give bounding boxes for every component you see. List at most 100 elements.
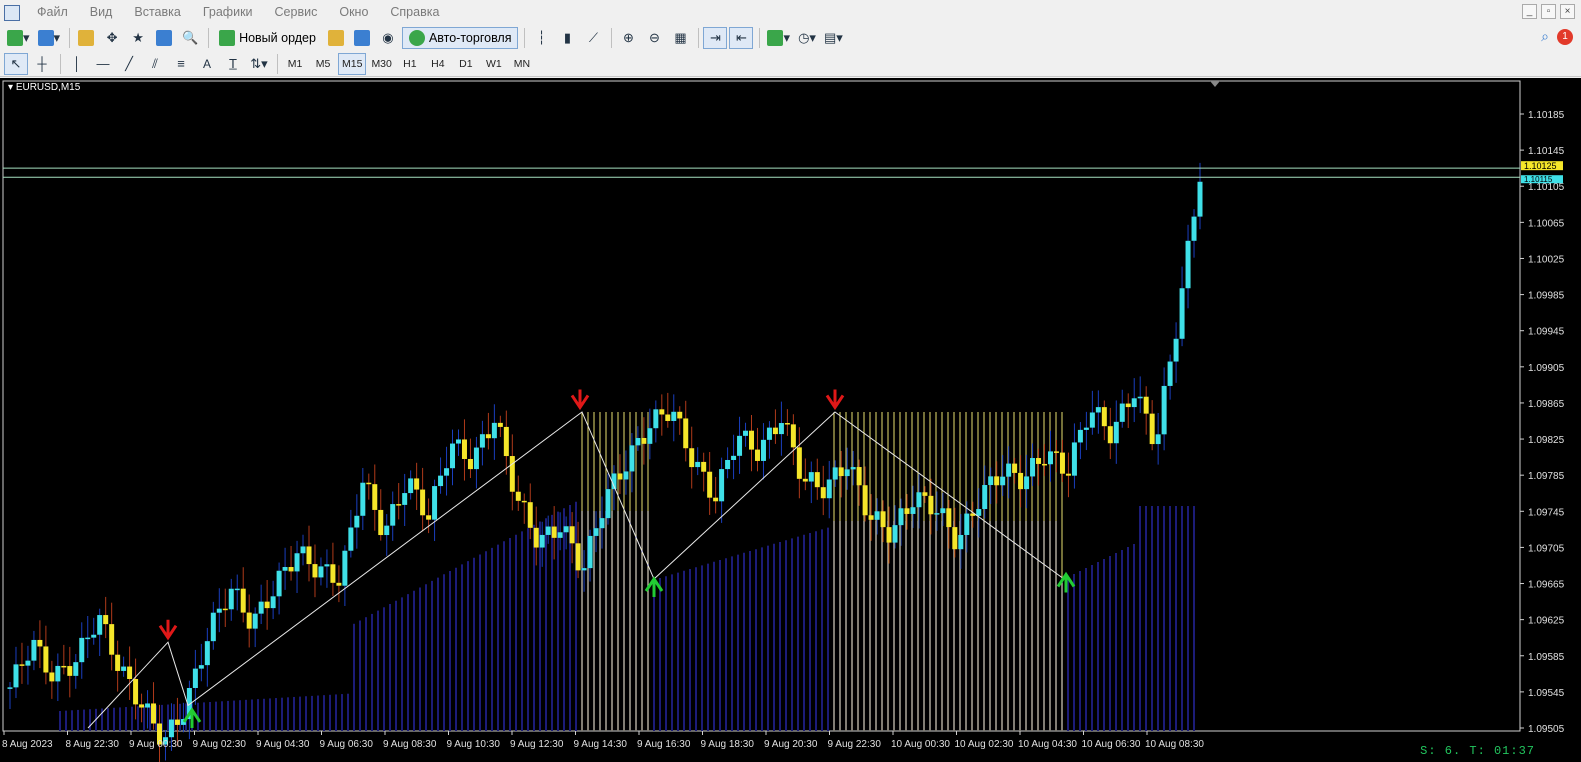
new-chart-icon[interactable]: ▾ — [4, 27, 33, 49]
candle-body — [1179, 288, 1185, 339]
navigator-icon[interactable]: ★ — [126, 27, 150, 49]
candle-body — [719, 469, 725, 502]
price-axis-label: 1.09945 — [1528, 327, 1565, 338]
chart-window[interactable]: 1.10185 1.10145 1.10105 1.10065 1.10025 1.099… — [0, 78, 1581, 762]
zoom-out-icon[interactable]: ⊖ — [642, 27, 666, 49]
candle-body — [426, 515, 432, 520]
candle-body — [862, 485, 868, 516]
timeframe-m1[interactable]: M1 — [282, 53, 308, 75]
line-chart-icon[interactable]: ⟋ — [581, 27, 605, 49]
tile-windows-icon[interactable]: ▦ — [668, 27, 692, 49]
time-axis-label: 9 Aug 16:30 — [637, 739, 691, 750]
bid-price-label: 1.10125 — [1524, 161, 1557, 171]
zoom-in-icon[interactable]: ⊕ — [616, 27, 640, 49]
minimize-icon[interactable]: _ — [1522, 4, 1537, 19]
candle-body — [976, 509, 982, 516]
market-watch-icon[interactable] — [74, 27, 98, 49]
candle-body — [575, 543, 581, 571]
candle-body — [168, 719, 174, 738]
candle-body — [13, 664, 19, 688]
candle-body — [545, 526, 551, 535]
arrows-icon[interactable]: ⇅▾ — [247, 53, 271, 75]
autoscroll-icon[interactable]: ⇥ — [703, 27, 728, 49]
menu-insert[interactable]: Вставка — [123, 0, 191, 25]
menu-tools[interactable]: Сервис — [264, 0, 329, 25]
equidistant-channel-icon[interactable]: ⫽ — [143, 53, 167, 75]
timeframe-h1[interactable]: H1 — [397, 53, 423, 75]
vertical-line-icon[interactable]: │ — [65, 53, 89, 75]
candle-body — [910, 507, 916, 514]
candle-body — [1071, 442, 1077, 476]
candle-body — [300, 546, 306, 554]
candle-body — [874, 511, 880, 520]
timeframe-m5[interactable]: M5 — [310, 53, 336, 75]
timeframe-m30[interactable]: M30 — [368, 53, 394, 75]
profiles-icon[interactable]: ▾ — [35, 27, 64, 49]
menu-help[interactable]: Справка — [379, 0, 450, 25]
new-order-button[interactable]: Новый ордер — [213, 27, 322, 49]
candle-body — [713, 497, 719, 502]
terminal-icon[interactable] — [152, 27, 176, 49]
candle-body — [222, 608, 228, 611]
indicators-icon[interactable]: ▾ — [764, 27, 793, 49]
candle-body — [312, 564, 318, 578]
menu-view[interactable]: Вид — [79, 0, 124, 25]
notification-badge[interactable]: 1 — [1557, 28, 1573, 45]
timeframe-h4[interactable]: H4 — [425, 53, 451, 75]
candle-body — [121, 666, 127, 671]
new-order-icon — [219, 30, 236, 46]
horizontal-line-icon[interactable]: — — [91, 53, 115, 75]
candle-body — [886, 527, 892, 543]
autotrade-button[interactable]: Авто-торговля — [401, 27, 519, 49]
sell-arrow-icon — [825, 389, 845, 411]
data-window-icon[interactable]: ✥ — [100, 27, 124, 49]
search-icon[interactable]: ⌕ — [1541, 28, 1549, 45]
cursor-icon[interactable]: ↖ — [4, 52, 28, 75]
vps-icon[interactable]: ◉ — [376, 27, 400, 49]
candle-body — [838, 467, 844, 477]
time-axis-label: 9 Aug 02:30 — [193, 739, 247, 750]
menu-window[interactable]: Окно — [328, 0, 379, 25]
candle-body — [629, 445, 635, 472]
close-icon[interactable]: × — [1560, 4, 1575, 19]
candle-body — [49, 672, 55, 682]
strategy-tester-icon[interactable]: 🔍 — [178, 27, 202, 49]
menu-charts[interactable]: Графики — [192, 0, 264, 25]
chart-shift-icon[interactable]: ⇤ — [729, 27, 754, 49]
timeframe-w1[interactable]: W1 — [481, 53, 507, 75]
candle-body — [707, 471, 713, 498]
periods-icon[interactable]: ◷▾ — [795, 27, 819, 49]
price-axis-label: 1.09625 — [1528, 616, 1565, 627]
text-icon[interactable]: A — [195, 53, 219, 75]
text-label-icon[interactable]: T̲ — [221, 53, 245, 75]
fibonacci-icon[interactable]: ≡ — [169, 53, 193, 75]
candle-body — [1119, 403, 1125, 422]
candlestick-icon[interactable]: ▮ — [555, 27, 579, 49]
templates-icon[interactable]: ▤▾ — [821, 27, 846, 49]
candle-body — [432, 486, 438, 520]
candle-body — [928, 495, 934, 515]
candle-body — [473, 447, 479, 470]
crosshair-icon[interactable]: ┼ — [30, 53, 54, 75]
signals-icon[interactable] — [350, 27, 374, 49]
candle-body — [1012, 463, 1018, 473]
metaeditor-icon[interactable] — [324, 27, 348, 49]
candle-body — [503, 426, 509, 457]
ask-price-label: 1.10115 — [1524, 175, 1553, 184]
sell-arrow-icon — [158, 619, 178, 641]
candle-body — [784, 423, 790, 425]
restore-icon[interactable]: ▫ — [1541, 4, 1556, 19]
timeframe-m15[interactable]: M15 — [338, 52, 367, 75]
candle-body — [665, 414, 671, 421]
price-chart[interactable]: 1.101851.101451.101051.100651.100251.099… — [0, 78, 1581, 762]
bar-chart-icon[interactable]: ┆ — [529, 27, 553, 49]
timeframe-d1[interactable]: D1 — [453, 53, 479, 75]
timeframe-mn[interactable]: MN — [509, 53, 535, 75]
sell-arrow-icon — [570, 389, 590, 411]
candle-body — [396, 504, 402, 506]
menu-file[interactable]: Файл — [26, 0, 79, 25]
candle-body — [55, 665, 61, 682]
time-axis-label: 10 Aug 02:30 — [955, 739, 1014, 750]
candle-body — [1059, 452, 1065, 474]
trendline-icon[interactable]: ╱ — [117, 53, 141, 75]
